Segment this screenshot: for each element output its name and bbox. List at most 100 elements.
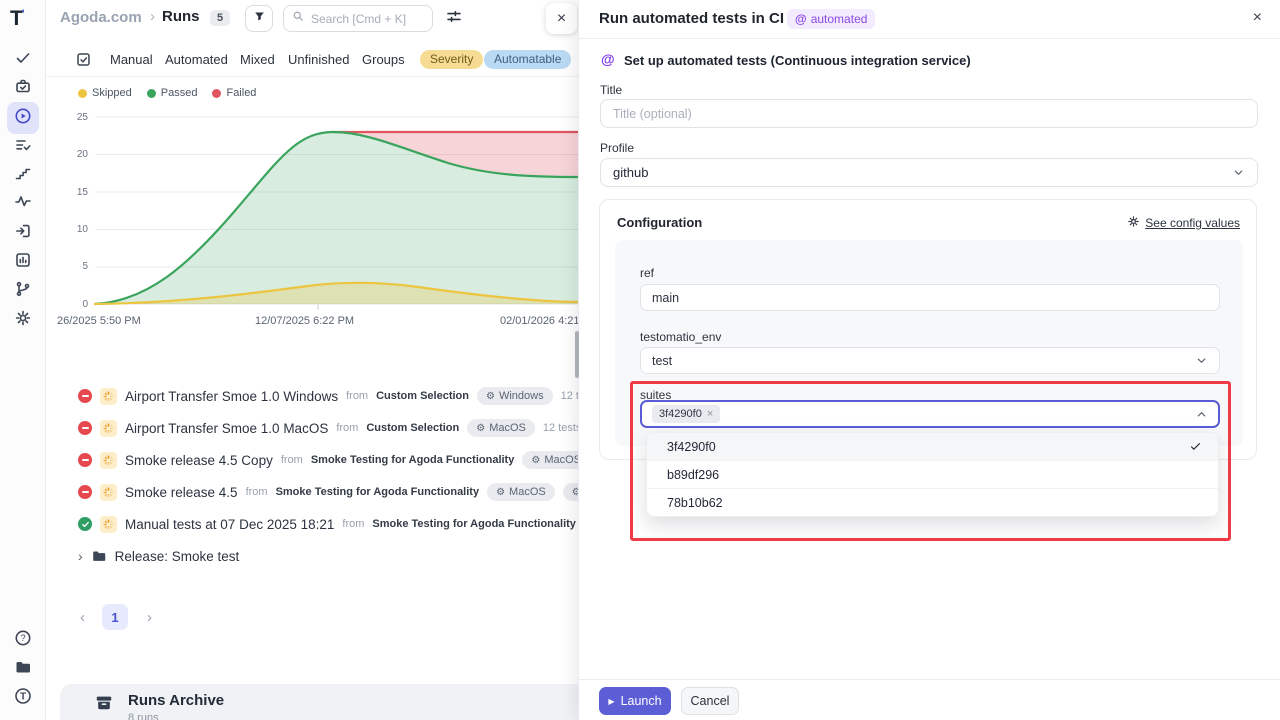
- env-select[interactable]: test: [640, 347, 1220, 374]
- ref-input[interactable]: [640, 284, 1220, 311]
- question-circle-icon: ?: [14, 629, 32, 652]
- sidebar-item-settings[interactable]: [7, 304, 39, 336]
- configuration-fields: ref testomatio_env test suites 3f4290f0 …: [615, 240, 1243, 446]
- pulse-icon: [14, 192, 32, 215]
- in-progress-spinner-icon: [100, 388, 117, 405]
- dropdown-option[interactable]: 3f4290f0: [647, 433, 1218, 461]
- search-input[interactable]: [311, 12, 421, 26]
- tab-unfinished[interactable]: Unfinished: [288, 52, 349, 67]
- chevron-right-icon[interactable]: ›: [78, 548, 83, 564]
- steps-icon: [14, 164, 32, 187]
- run-title[interactable]: Airport Transfer Smoe 1.0 Windows: [125, 389, 338, 404]
- legend-passed: Passed: [147, 87, 198, 99]
- svg-text:T: T: [20, 691, 26, 702]
- run-row[interactable]: Airport Transfer Smoe 1.0 MacOS from Cus…: [78, 415, 581, 441]
- account-button[interactable]: T: [7, 682, 39, 714]
- breadcrumb-project[interactable]: Agoda.com: [60, 9, 142, 26]
- drawer-header: Run automated tests in CI @ automated ×: [579, 0, 1280, 39]
- automation-icon: @: [601, 51, 615, 67]
- run-from-label: from: [342, 518, 364, 530]
- tab-severity[interactable]: Severity: [420, 50, 483, 69]
- see-config-values-link[interactable]: See config values: [1127, 215, 1240, 231]
- tab-manual[interactable]: Manual: [110, 52, 153, 67]
- help-button[interactable]: ?: [7, 624, 39, 656]
- dropdown-option[interactable]: 78b10b62: [647, 489, 1218, 517]
- chevron-down-icon: [1195, 354, 1208, 367]
- run-title[interactable]: Smoke release 4.5 Copy: [125, 453, 273, 468]
- profile-select[interactable]: github: [600, 158, 1258, 187]
- group-title[interactable]: Release: Smoke test: [115, 549, 240, 564]
- tab-automatable[interactable]: Automatable: [484, 50, 571, 69]
- drawer-section-title: Set up automated tests (Continuous integ…: [624, 53, 971, 68]
- check-icon: [1189, 440, 1202, 453]
- run-from-label: from: [346, 390, 368, 402]
- failed-status-icon: [78, 421, 92, 435]
- git-branch-icon: [14, 280, 32, 303]
- filter-button[interactable]: [245, 5, 273, 32]
- archive-subtitle: 8 runs: [128, 712, 159, 720]
- search-box[interactable]: [283, 5, 433, 32]
- in-progress-spinner-icon: [100, 420, 117, 437]
- drawer-close-button[interactable]: ×: [1253, 9, 1262, 27]
- select-all-icon[interactable]: [75, 51, 92, 68]
- dropdown-option[interactable]: b89df296: [647, 461, 1218, 489]
- sidebar-item-runs[interactable]: [7, 102, 39, 134]
- briefcase-check-icon: [14, 77, 32, 100]
- cancel-button[interactable]: Cancel: [681, 687, 739, 715]
- sidebar-item-branches[interactable]: [7, 275, 39, 307]
- close-icon: ×: [557, 10, 566, 28]
- passed-dot-icon: [147, 89, 156, 98]
- env-field-label: testomatio_env: [640, 330, 721, 344]
- tab-automated[interactable]: Automated: [165, 52, 228, 67]
- group-row[interactable]: › Release: Smoke test: [78, 543, 239, 569]
- run-title[interactable]: Airport Transfer Smoe 1.0 MacOS: [125, 421, 328, 436]
- drawer-floating-close-button[interactable]: ×: [546, 3, 577, 34]
- run-from-label: from: [281, 454, 303, 466]
- import-box-icon: [14, 222, 32, 245]
- suites-multiselect[interactable]: 3f4290f0 ×: [640, 400, 1220, 428]
- run-title[interactable]: Smoke release 4.5: [125, 485, 238, 500]
- sidebar-item-import[interactable]: [7, 217, 39, 249]
- drawer-footer: ▶ Launch Cancel: [579, 679, 1280, 720]
- remove-tag-icon[interactable]: ×: [707, 408, 713, 420]
- run-source: Smoke Testing for Agoda Functionality: [311, 454, 515, 466]
- app-logo[interactable]: T': [10, 7, 24, 31]
- run-from-label: from: [336, 422, 358, 434]
- run-row[interactable]: Airport Transfer Smoe 1.0 Windows from C…: [78, 383, 599, 409]
- adjustments-button[interactable]: [445, 8, 465, 28]
- run-title[interactable]: Manual tests at 07 Dec 2025 18:21: [125, 517, 334, 532]
- drawer-title: Run automated tests in CI: [599, 10, 784, 27]
- gear-icon: ⚙: [476, 423, 485, 434]
- in-progress-spinner-icon: [100, 452, 117, 469]
- legend-skipped: Skipped: [78, 87, 132, 99]
- platform-tag: ⚙MacOS: [487, 483, 555, 501]
- sidebar-item-analytics[interactable]: [7, 246, 39, 278]
- projects-button[interactable]: [7, 653, 39, 685]
- breadcrumb-section: Runs: [162, 8, 200, 25]
- platform-tag: ⚙MacOS: [467, 419, 535, 437]
- pagination-page-1[interactable]: 1: [102, 604, 128, 630]
- archive-title: Runs Archive: [128, 692, 224, 709]
- run-from-label: from: [246, 486, 268, 498]
- archive-box-icon: [94, 693, 114, 713]
- title-input[interactable]: [600, 99, 1258, 128]
- ref-field-label: ref: [640, 266, 654, 280]
- env-select-value: test: [652, 354, 672, 368]
- tab-groups[interactable]: Groups: [362, 52, 405, 67]
- run-row[interactable]: Manual tests at 07 Dec 2025 18:21 from S…: [78, 511, 622, 537]
- gear-icon: [1127, 215, 1140, 231]
- pagination-prev-button[interactable]: ‹: [80, 609, 85, 626]
- folder-icon: [91, 548, 107, 564]
- gear-icon: ⚙: [486, 391, 495, 402]
- scrollbar-thumb[interactable]: [575, 331, 579, 378]
- sidebar-item-suites[interactable]: [7, 72, 39, 104]
- gear-icon: ⚙: [531, 455, 540, 466]
- pagination-next-button[interactable]: ›: [147, 609, 152, 626]
- x-tick-left: 26/2025 5:50 PM: [57, 315, 141, 327]
- sidebar-item-activity[interactable]: [7, 187, 39, 219]
- tab-mixed[interactable]: Mixed: [240, 52, 275, 67]
- launch-button[interactable]: ▶ Launch: [599, 687, 671, 715]
- run-source: Custom Selection: [376, 390, 469, 402]
- breadcrumb-separator: ›: [150, 8, 155, 25]
- runs-trend-chart[interactable]: [58, 105, 578, 317]
